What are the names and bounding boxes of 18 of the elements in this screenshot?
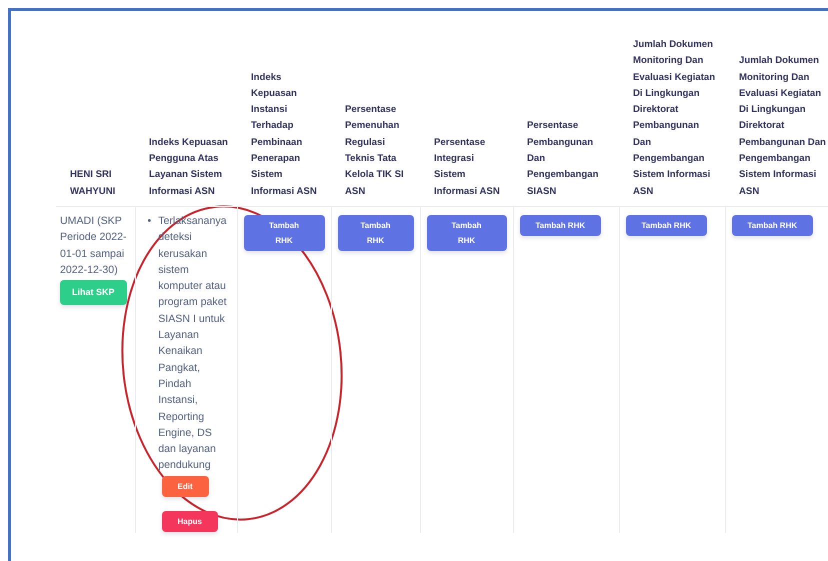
add-button[interactable]: Tambah RHK xyxy=(626,214,708,236)
add-button[interactable]: Tambah RHK xyxy=(732,214,814,236)
add-button[interactable]: Tambah RHK xyxy=(338,214,414,251)
add-button[interactable]: Tambah RHK xyxy=(520,214,602,236)
add-button[interactable]: Tambah RHK xyxy=(426,214,506,251)
delete-button[interactable]: Hapus xyxy=(162,510,218,532)
edit-button[interactable]: Edit xyxy=(162,476,209,497)
period-text: UMADI (SKP Periode 2022-01-01 sampai 2022-12-30) xyxy=(60,214,128,278)
column-header: HENI SRI WAHYUNI xyxy=(70,169,116,197)
add-button[interactable]: Tambah RHK xyxy=(244,214,324,251)
column-header: Indeks Kepuasan Instansi Terhadap Pembinaan Penerapan Sistem Informasi ASN xyxy=(251,72,317,197)
column-header: Persentase Pemenuhan Regulasi Teknis Tata Kelola TIK SI ASN xyxy=(345,104,404,197)
column-header: Persentase Pembangunan Dan Pengembangan SIASN xyxy=(527,120,598,197)
column-header: Indeks Kepuasan Pengguna Atas Layanan Sistem Informasi ASN xyxy=(149,136,228,197)
column-header: Persentase Integrasi Sistem Informasi ASN xyxy=(434,136,500,197)
column-header: Jumlah Dokumen Monitoring Dan Evaluasi Kegiatan Di Lingkungan Direktorat Pembangunan Dan Pengembangan Sistem Informasi ASN xyxy=(633,39,716,197)
column-header: Jumlah Dokumen Monitoring Dan Evaluasi Kegiatan Di Lingkungan Direktorat Pembangunan Dan Pengembangan Sistem Informasi ASN xyxy=(739,55,826,197)
bullet: • xyxy=(148,214,152,229)
